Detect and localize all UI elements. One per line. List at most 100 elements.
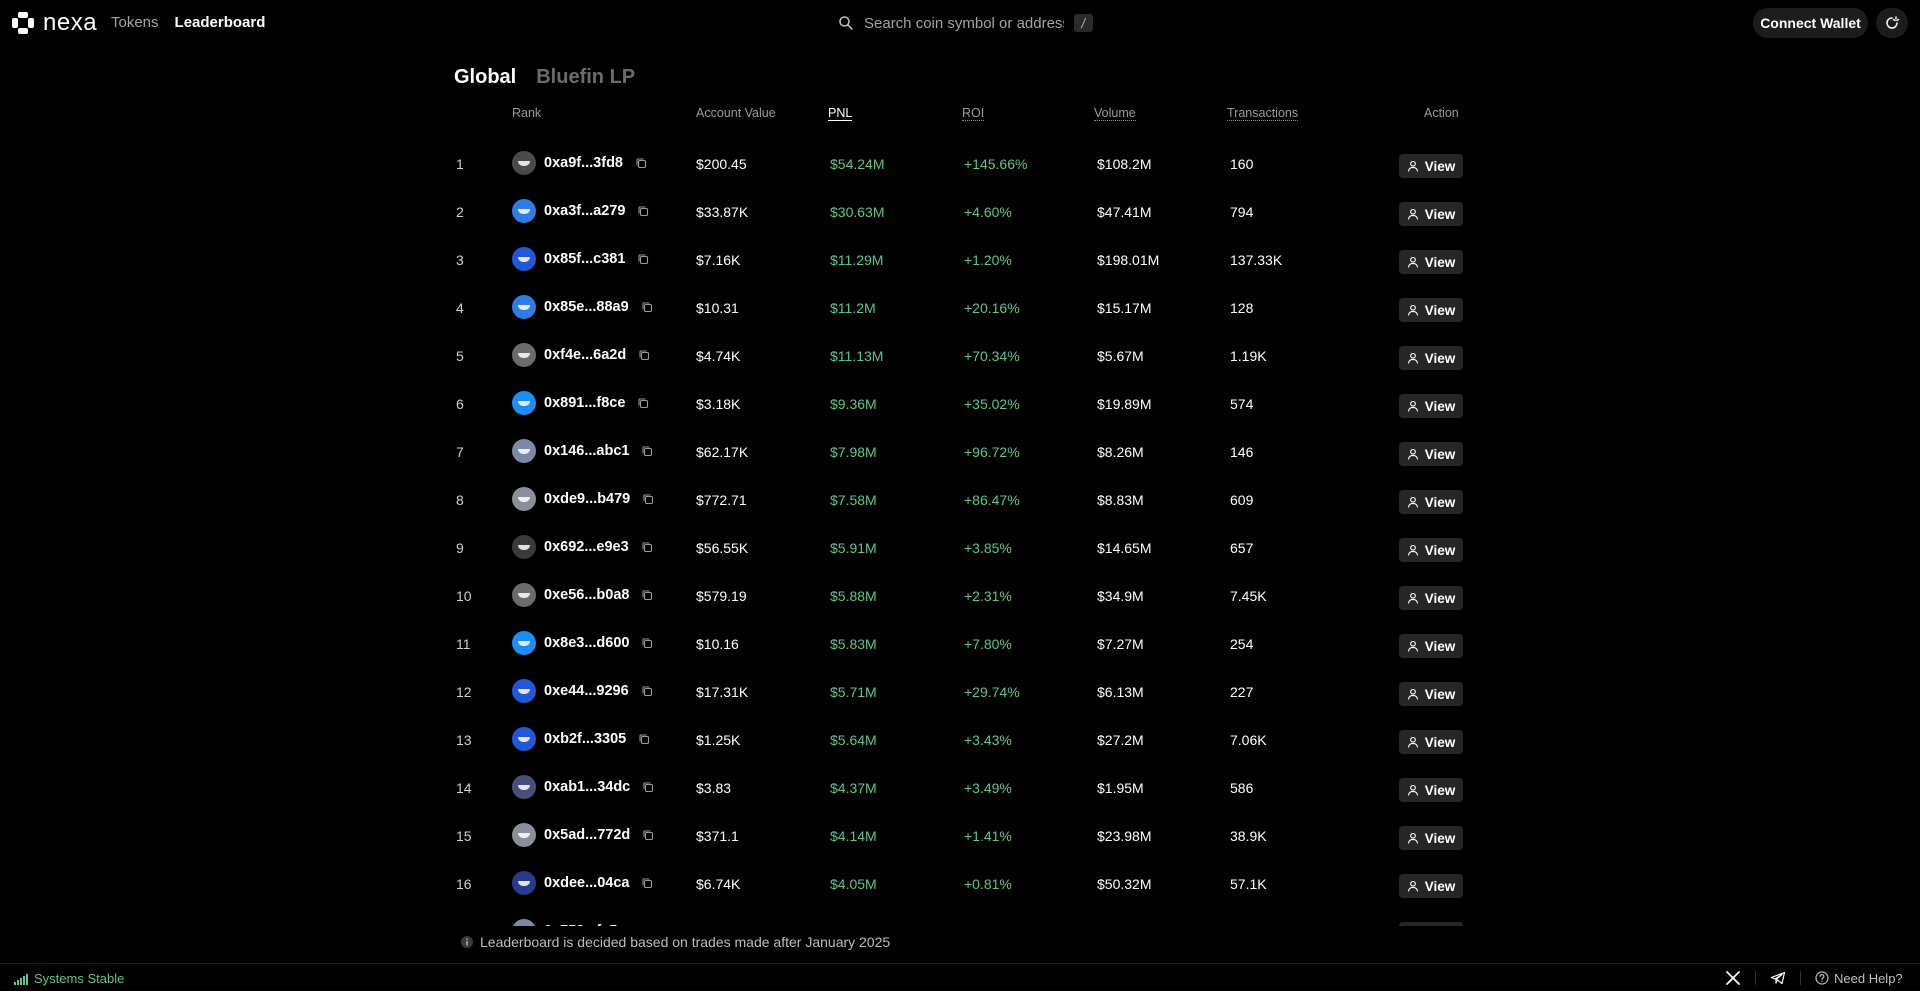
note-text: Leaderboard is decided based on trades m…: [480, 934, 891, 950]
view-label: View: [1424, 638, 1456, 654]
user-icon: [1407, 592, 1418, 604]
volume-cell: $19.89M: [1097, 396, 1152, 412]
copy-icon[interactable]: [642, 493, 654, 505]
logo[interactable]: nexa: [11, 11, 97, 35]
roi-cell: +0.81%: [964, 876, 1012, 892]
avatar: [512, 583, 536, 607]
account-value-cell: $56.55K: [696, 540, 749, 556]
copy-icon[interactable]: [641, 301, 653, 313]
connect-wallet-button[interactable]: Connect Wallet: [1753, 8, 1868, 38]
view-trader-button[interactable]: View: [1399, 922, 1463, 926]
trader-address[interactable]: 0xde9...b479: [544, 491, 630, 507]
x-twitter-icon[interactable]: [1725, 970, 1741, 986]
trader-address[interactable]: 0x85e...88a9: [544, 299, 629, 315]
table-row: 14 0xab1...34dc $3.83 $4.37M +3.49% $1.9…: [452, 766, 1464, 814]
telegram-icon[interactable]: [1770, 970, 1786, 986]
info-icon: [461, 936, 473, 948]
roi-cell: +1.20%: [964, 252, 1012, 268]
column-pnl[interactable]: PNL: [828, 106, 853, 121]
roi-cell: +1.10%: [964, 924, 1012, 926]
view-trader-button[interactable]: View: [1399, 586, 1463, 610]
trader-address[interactable]: 0x692...e9e3: [544, 539, 629, 555]
nav-leaderboard[interactable]: Leaderboard: [175, 14, 266, 31]
trader-address[interactable]: 0x891...f8ce: [544, 395, 625, 411]
view-trader-button[interactable]: View: [1399, 250, 1463, 274]
leaderboard-table: Rank Account Value PNL ROI Volume Transa…: [452, 104, 1464, 926]
tab-global[interactable]: Global: [454, 66, 516, 89]
trader-address[interactable]: 0xf4e...6a2d: [544, 347, 626, 363]
view-trader-button[interactable]: View: [1399, 538, 1463, 562]
table-row: 6 0x891...f8ce $3.18K $9.36M +35.02% $19…: [452, 382, 1464, 430]
column-transactions[interactable]: Transactions: [1227, 106, 1299, 121]
copy-icon[interactable]: [642, 829, 654, 841]
roi-cell: +20.16%: [964, 300, 1020, 316]
tab-bluefin-lp[interactable]: Bluefin LP: [536, 66, 635, 89]
user-icon: [1407, 880, 1418, 892]
volume-cell: $14.65M: [1097, 540, 1152, 556]
copy-icon[interactable]: [641, 445, 653, 457]
trader-address[interactable]: 0xa3f...a279: [544, 203, 625, 219]
search-input[interactable]: [864, 14, 1064, 32]
pnl-cell: $4.37M: [830, 780, 877, 796]
rank-cell: 15: [456, 828, 472, 844]
copy-icon[interactable]: [641, 877, 653, 889]
copy-icon[interactable]: [635, 157, 647, 169]
help-icon: [1815, 971, 1829, 985]
trader-address[interactable]: 0xdee...04ca: [544, 875, 629, 891]
pnl-cell: $5.88M: [830, 588, 877, 604]
rank-cell: 17: [456, 924, 472, 926]
trader-address[interactable]: 0x85f...c381: [544, 251, 625, 267]
view-trader-button[interactable]: View: [1399, 778, 1463, 802]
trader-address[interactable]: 0x146...abc1: [544, 443, 629, 459]
view-trader-button[interactable]: View: [1399, 730, 1463, 754]
avatar: [512, 295, 536, 319]
copy-icon[interactable]: [637, 205, 649, 217]
view-trader-button[interactable]: View: [1399, 298, 1463, 322]
trader-address[interactable]: 0x5ad...772d: [544, 827, 630, 843]
copy-icon[interactable]: [641, 541, 653, 553]
copy-icon[interactable]: [641, 685, 653, 697]
transactions-cell: 146: [1230, 444, 1254, 460]
trader-address[interactable]: 0xb2f...3305: [544, 731, 626, 747]
view-trader-button[interactable]: View: [1399, 442, 1463, 466]
copy-icon[interactable]: [637, 253, 649, 265]
copy-icon[interactable]: [642, 781, 654, 793]
volume-cell: $34.9M: [1097, 588, 1144, 604]
copy-icon[interactable]: [638, 349, 650, 361]
column-roi[interactable]: ROI: [962, 106, 985, 121]
theme-toggle-button[interactable]: [1876, 8, 1908, 38]
view-trader-button[interactable]: View: [1399, 634, 1463, 658]
view-label: View: [1424, 686, 1456, 702]
view-trader-button[interactable]: View: [1399, 154, 1463, 178]
view-trader-button[interactable]: View: [1399, 202, 1463, 226]
rank-cell: 16: [456, 876, 472, 892]
need-help-link[interactable]: Need Help?: [1815, 971, 1903, 986]
view-trader-button[interactable]: View: [1399, 490, 1463, 514]
account-value-cell: $200.45: [696, 156, 747, 172]
copy-icon[interactable]: [641, 637, 653, 649]
trader-address[interactable]: 0xe56...b0a8: [544, 587, 629, 603]
nexa-logo-icon: [12, 12, 34, 34]
trader-address[interactable]: 0xa9f...3fd8: [544, 155, 623, 171]
trader-address[interactable]: 0x753...fe5e: [544, 923, 625, 926]
column-volume[interactable]: Volume: [1094, 106, 1136, 121]
table-row: 7 0x146...abc1 $62.17K $7.98M +96.72% $8…: [452, 430, 1464, 478]
trader-cell: 0xe44...9296: [512, 679, 653, 703]
transactions-cell: 254: [1230, 636, 1254, 652]
copy-icon[interactable]: [641, 589, 653, 601]
trader-address[interactable]: 0xe44...9296: [544, 683, 629, 699]
view-trader-button[interactable]: View: [1399, 874, 1463, 898]
view-trader-button[interactable]: View: [1399, 394, 1463, 418]
trader-address[interactable]: 0x8e3...d600: [544, 635, 629, 651]
nav-tokens[interactable]: Tokens: [111, 14, 159, 31]
view-trader-button[interactable]: View: [1399, 826, 1463, 850]
trader-address[interactable]: 0xab1...34dc: [544, 779, 630, 795]
rank-cell: 7: [456, 444, 464, 460]
view-trader-button[interactable]: View: [1399, 682, 1463, 706]
view-trader-button[interactable]: View: [1399, 346, 1463, 370]
copy-icon[interactable]: [637, 397, 649, 409]
copy-icon[interactable]: [638, 733, 650, 745]
copy-icon[interactable]: [637, 925, 649, 926]
transactions-cell: 227: [1230, 684, 1254, 700]
pnl-cell: $3.52M: [830, 924, 877, 926]
